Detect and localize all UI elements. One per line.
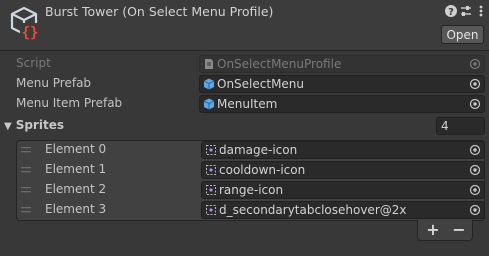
more-menu-icon[interactable] <box>474 4 488 18</box>
menu-item-prefab-value: MenuItem <box>217 97 278 111</box>
sprites-size-field[interactable]: 4 <box>436 117 485 135</box>
sprite-field[interactable]: d_secondarytabclosehover@2x <box>201 201 485 219</box>
svg-text:?: ? <box>448 7 454 18</box>
drag-handle-icon[interactable] <box>21 187 31 193</box>
list-item: Element 3 d_secondarytabclosehover@2x <box>0 200 489 220</box>
list-footer: + − <box>417 220 473 241</box>
element-label: Element 1 <box>45 162 107 176</box>
prefab-icon <box>203 98 215 110</box>
script-row: Script OnSelectMenuProfile <box>0 54 489 74</box>
script-file-icon <box>205 59 213 69</box>
menu-item-prefab-row: Menu Item Prefab MenuItem <box>0 94 489 114</box>
sprite-field[interactable]: cooldown-icon <box>201 161 485 179</box>
list-item: Element 1 cooldown-icon <box>0 160 489 180</box>
sprites-header[interactable]: ▼ Sprites <box>4 118 64 132</box>
sprite-icon <box>206 185 216 195</box>
sprite-value: range-icon <box>219 183 284 197</box>
object-picker-icon[interactable] <box>469 98 481 110</box>
drag-handle-icon[interactable] <box>21 147 31 153</box>
object-picker-icon[interactable] <box>469 184 481 196</box>
element-label: Element 3 <box>45 202 107 216</box>
menu-prefab-field[interactable]: OnSelectMenu <box>199 75 485 93</box>
object-picker-icon <box>469 58 481 70</box>
script-field: OnSelectMenuProfile <box>199 55 485 73</box>
sprite-value: d_secondarytabclosehover@2x <box>219 203 407 217</box>
sprite-value: damage-icon <box>219 143 298 157</box>
menu-item-prefab-label: Menu Item Prefab <box>16 96 123 110</box>
menu-prefab-label: Menu Prefab <box>16 76 92 90</box>
presets-icon[interactable] <box>459 4 473 18</box>
menu-item-prefab-field[interactable]: MenuItem <box>199 95 485 113</box>
list-item: Element 0 damage-icon <box>0 140 489 160</box>
foldout-expanded-icon[interactable]: ▼ <box>4 121 12 132</box>
drag-handle-icon[interactable] <box>21 207 31 213</box>
object-picker-icon[interactable] <box>469 164 481 176</box>
sprite-field[interactable]: damage-icon <box>201 141 485 159</box>
sprites-label: Sprites <box>15 118 64 132</box>
prefab-icon <box>203 78 215 90</box>
inspector-header: {} Burst Tower (On Select Menu Profile) … <box>0 0 489 51</box>
sprite-icon <box>206 165 216 175</box>
list-item: Element 2 range-icon <box>0 180 489 200</box>
element-label: Element 2 <box>45 182 107 196</box>
script-label: Script <box>16 56 51 70</box>
svg-text:{}: {} <box>22 25 39 41</box>
remove-element-button[interactable]: − <box>446 220 472 240</box>
object-picker-icon[interactable] <box>469 144 481 156</box>
sprite-value: cooldown-icon <box>219 163 306 177</box>
sprite-field[interactable]: range-icon <box>201 181 485 199</box>
sprite-icon <box>206 145 216 155</box>
open-button[interactable]: Open <box>441 25 484 44</box>
element-label: Element 0 <box>45 142 107 156</box>
help-icon[interactable]: ? <box>444 4 458 18</box>
sprites-foldout[interactable]: ▼ Sprites 4 <box>0 116 489 136</box>
sprite-icon <box>206 205 216 215</box>
script-value: OnSelectMenuProfile <box>217 57 342 71</box>
menu-prefab-value: OnSelectMenu <box>217 77 305 91</box>
drag-handle-icon[interactable] <box>21 167 31 173</box>
menu-prefab-row: Menu Prefab OnSelectMenu <box>0 74 489 94</box>
csharp-script-icon: {} <box>10 6 40 41</box>
object-picker-icon[interactable] <box>469 78 481 90</box>
object-picker-icon[interactable] <box>469 204 481 216</box>
component-title: Burst Tower (On Select Menu Profile) <box>45 4 274 19</box>
add-element-button[interactable]: + <box>420 220 446 240</box>
